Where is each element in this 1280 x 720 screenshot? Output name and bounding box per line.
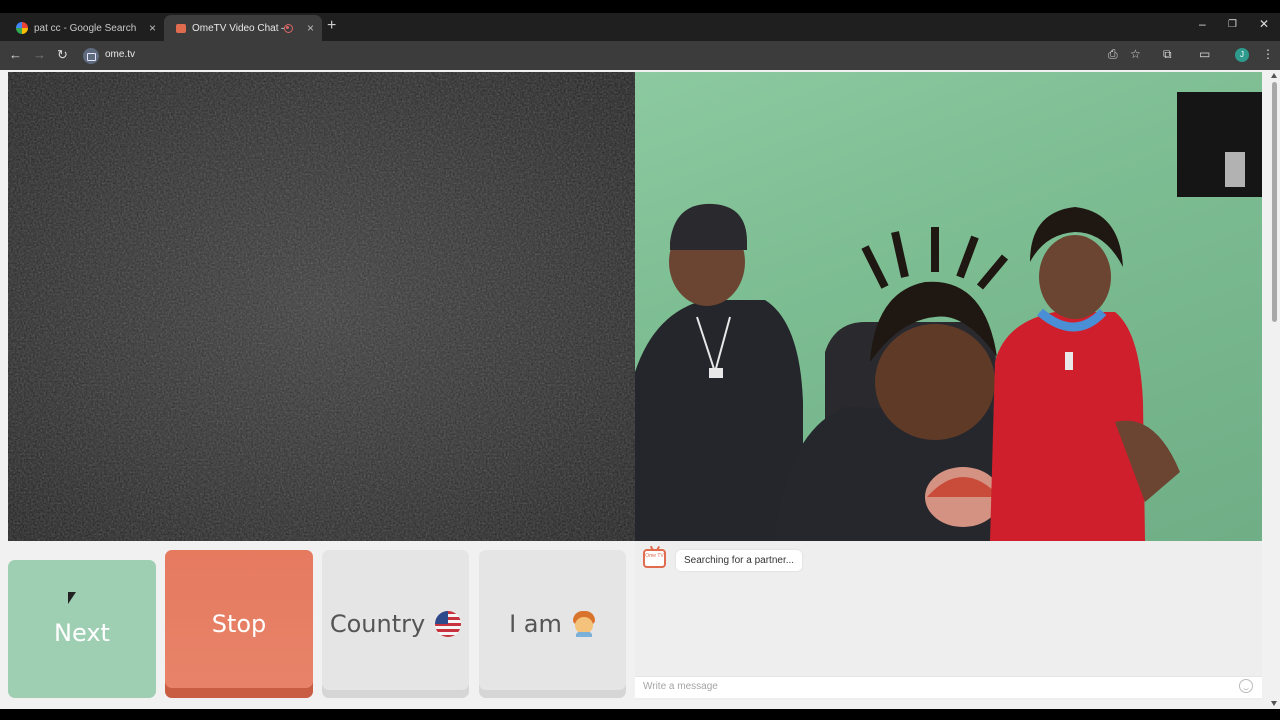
next-button-label: Next xyxy=(54,619,110,647)
reload-icon[interactable]: ↻ xyxy=(57,47,68,63)
window-bottom-border xyxy=(0,709,1280,720)
stop-button-label: Stop xyxy=(211,610,267,638)
camera-scene xyxy=(635,92,1262,541)
install-app-icon[interactable]: ⎙ xyxy=(1108,47,1118,62)
emoji-smile-icon[interactable] xyxy=(1239,679,1253,693)
window-top-border xyxy=(0,0,1280,13)
maximize-button[interactable]: ❐ xyxy=(1228,19,1237,30)
minimize-button[interactable]: – xyxy=(1199,17,1206,31)
message-input[interactable] xyxy=(643,681,1223,692)
ometv-tab-icon xyxy=(176,23,186,33)
recording-indicator-icon xyxy=(283,23,293,33)
back-arrow-icon[interactable]: ← xyxy=(9,47,22,63)
forward-arrow-icon[interactable]: → xyxy=(33,47,46,63)
us-flag-icon xyxy=(435,611,462,637)
site-info-icon[interactable] xyxy=(83,48,99,64)
stop-button[interactable]: Stop xyxy=(165,550,313,698)
page-scrollbar[interactable] xyxy=(1269,70,1280,709)
tab-title: pat cc - Google Search xyxy=(34,22,137,34)
equipment-light xyxy=(1225,152,1245,187)
ometv-logo-icon: Ome TV xyxy=(643,549,666,568)
scroll-up-arrow-icon[interactable] xyxy=(1271,73,1277,78)
bookmark-star-icon[interactable]: ☆ xyxy=(1130,47,1141,61)
partner-video-static xyxy=(8,72,635,541)
i-am-button[interactable]: I am xyxy=(479,550,626,698)
extensions-icon[interactable]: ⧉ xyxy=(1163,47,1172,62)
scrollbar-thumb[interactable] xyxy=(1272,82,1277,322)
tab-google-search[interactable]: pat cc - Google Search × xyxy=(4,15,164,41)
google-g-icon xyxy=(16,22,28,34)
window-close-button[interactable]: ✕ xyxy=(1259,17,1269,31)
close-icon[interactable]: × xyxy=(307,21,314,35)
tab-bar: pat cc - Google Search × OmeTV Video Cha… xyxy=(0,13,1280,41)
new-tab-button[interactable]: + xyxy=(327,16,336,36)
tab-ometv[interactable]: OmeTV Video Chat — Ome × xyxy=(164,15,322,41)
kebab-menu-icon[interactable]: ⋮ xyxy=(1262,47,1274,61)
studio-microphone xyxy=(1177,92,1262,197)
side-panel-icon[interactable]: ▭ xyxy=(1199,47,1210,61)
close-icon[interactable]: × xyxy=(149,21,156,35)
next-button[interactable]: Next xyxy=(8,560,156,698)
status-message: Searching for a partner... xyxy=(676,550,803,571)
tab-title: OmeTV Video Chat — Ome xyxy=(192,22,284,34)
country-button[interactable]: Country xyxy=(322,550,469,698)
boy-avatar-icon xyxy=(572,611,596,637)
person-left xyxy=(635,203,803,541)
i-am-button-label: I am xyxy=(509,610,562,638)
mouse-cursor-icon xyxy=(68,592,76,604)
address-bar[interactable]: ome.tv xyxy=(105,49,135,60)
browser-toolbar: ← → ↻ xyxy=(0,41,1280,70)
person-right xyxy=(990,207,1180,541)
profile-avatar-icon[interactable]: J xyxy=(1235,48,1249,62)
self-camera-video xyxy=(635,72,1262,541)
scroll-down-arrow-icon[interactable] xyxy=(1271,701,1277,706)
static-noise-pattern xyxy=(8,72,635,541)
country-button-label: Country xyxy=(329,610,426,638)
